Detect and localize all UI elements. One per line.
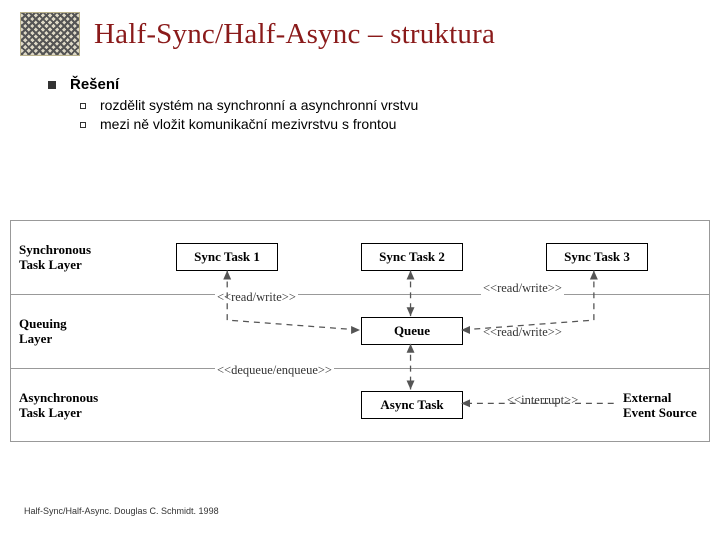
annot-read-write-1: <<read/write>> <box>215 290 298 305</box>
bullet-item: mezi ně vložit komunikační mezivrstvu s … <box>100 116 396 132</box>
bullet-level1: Řešení <box>48 76 700 93</box>
async-layer-label: AsynchronousTask Layer <box>19 391 98 421</box>
bullet-heading: Řešení <box>70 76 119 93</box>
hollow-square-icon <box>80 122 86 128</box>
sync-task-2-box: Sync Task 2 <box>361 243 463 271</box>
logo-icon <box>20 12 80 56</box>
slide-body: Řešení rozdělit systém na synchronní a a… <box>48 76 700 132</box>
bullet-level2: rozdělit systém na synchronní a asynchro… <box>80 97 700 113</box>
citation-text: Half-Sync/Half-Async. Douglas C. Schmidt… <box>24 506 219 516</box>
queue-box: Queue <box>361 317 463 345</box>
annot-interrupt: <<interrupt>> <box>505 393 580 408</box>
annot-read-write-2: <<read/write>> <box>481 281 564 296</box>
queue-layer-label: QueuingLayer <box>19 317 67 347</box>
sync-layer-label: SynchronousTask Layer <box>19 243 91 273</box>
sync-task-1-box: Sync Task 1 <box>176 243 278 271</box>
external-label-line2: Event Source <box>623 406 697 420</box>
bullet-level2: mezi ně vložit komunikační mezivrstvu s … <box>80 116 700 132</box>
async-layer-row: AsynchronousTask Layer <box>11 369 709 442</box>
annot-read-write-3: <<read/write>> <box>481 325 564 340</box>
external-label-line1: External <box>623 391 671 405</box>
sync-task-3-box: Sync Task 3 <box>546 243 648 271</box>
hollow-square-icon <box>80 103 86 109</box>
slide-header: Half-Sync/Half-Async – struktura <box>20 12 700 56</box>
square-bullet-icon <box>48 81 56 89</box>
async-task-box: Async Task <box>361 391 463 419</box>
slide-title: Half-Sync/Half-Async – struktura <box>94 18 495 51</box>
queue-layer-row: QueuingLayer <box>11 295 709 369</box>
architecture-diagram: SynchronousTask Layer QueuingLayer Async… <box>10 220 710 442</box>
annot-dequeue-enqueue: <<dequeue/enqueue>> <box>215 363 334 378</box>
bullet-item: rozdělit systém na synchronní a asynchro… <box>100 97 418 113</box>
